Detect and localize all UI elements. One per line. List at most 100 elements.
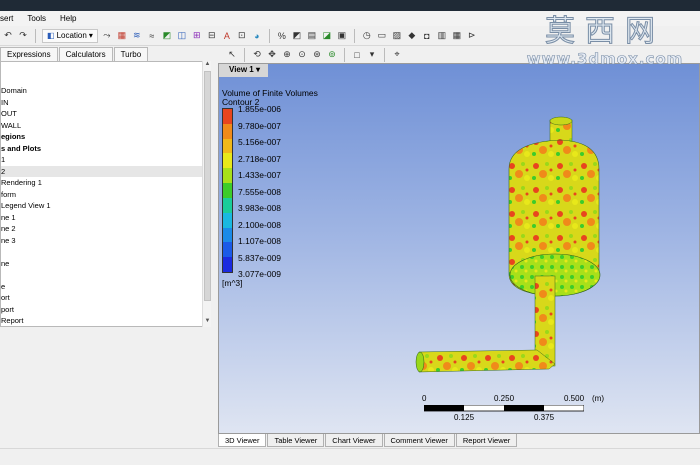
export-icon[interactable]: ▥ [436, 30, 448, 42]
tree-item[interactable]: IN [1, 97, 209, 109]
tree-item[interactable] [1, 246, 209, 258]
tree-item[interactable]: port [1, 304, 209, 316]
tree-item[interactable]: Legend View 1 [1, 200, 209, 212]
probe-icon[interactable]: ⌖ [391, 49, 403, 61]
expressions-icon[interactable]: ◩ [291, 30, 303, 42]
tree-item[interactable] [1, 74, 209, 86]
toolbar-separator [353, 28, 355, 43]
tab-report-viewer[interactable]: Report Viewer [455, 434, 518, 447]
location-button[interactable]: ◧ Location ▾ [42, 28, 98, 43]
scale-label-0375: 0.375 [534, 413, 555, 422]
report-icon[interactable]: ◆ [406, 30, 418, 42]
tree-item[interactable]: ne 1 [1, 212, 209, 224]
volume-icon[interactable]: ◫ [176, 30, 188, 42]
tree-item[interactable]: Domain [1, 85, 209, 97]
scale-unit: (m) [592, 394, 604, 403]
chart-icon[interactable]: ◪ [321, 30, 333, 42]
tree-item[interactable]: Rendering 1 [1, 177, 209, 189]
chevron-down-icon: ▾ [88, 31, 93, 40]
tree-item[interactable]: e [1, 281, 209, 293]
scroll-thumb[interactable] [204, 71, 211, 301]
outline-tree: Domain IN OUT WALL egions s and Plots 1 2 Render… [0, 61, 210, 327]
pan-icon[interactable]: ✥ [266, 49, 278, 61]
isosurface-icon[interactable]: ⊞ [191, 30, 203, 42]
menu-help[interactable]: Help [60, 14, 76, 23]
scroll-up-icon[interactable]: ▲ [203, 61, 212, 70]
redo-icon[interactable]: ↷ [17, 30, 29, 42]
fit-view-icon[interactable]: ⊚ [326, 49, 338, 61]
inlet-pipe-elbow [418, 349, 556, 373]
tree-item[interactable]: ne 3 [1, 235, 209, 247]
quick-edit-icon[interactable]: ▨ [391, 30, 403, 42]
animation-icon[interactable]: ▭ [376, 30, 388, 42]
inlet-pipe-end [415, 351, 425, 373]
tab-calculators[interactable]: Calculators [58, 47, 113, 61]
chevron-down-icon[interactable]: ▾ [366, 49, 378, 61]
viewer-toolbar: ↖ ⟲ ✥ ⊕ ⊙ ⊛ ⊚ □ ▾ ⌖ [218, 46, 700, 63]
scale-label-0250: 0.250 [494, 394, 515, 403]
tree-scrollbar[interactable]: ▲ ▼ [202, 61, 211, 327]
calculator-icon[interactable]: ▣ [336, 30, 348, 42]
menu-bar: sert Tools Help [0, 11, 700, 26]
scale-label-0125: 0.125 [454, 413, 475, 422]
window-title-strip [0, 0, 700, 11]
toolbar-separator [268, 28, 270, 43]
tree-item[interactable]: ne [1, 258, 209, 270]
tree-item[interactable]: 1 [1, 154, 209, 166]
left-panel-tabs: Expressions Calculators Turbo [0, 46, 214, 61]
vector-icon[interactable]: ⤳ [101, 30, 113, 42]
tree-item[interactable] [1, 62, 209, 74]
volume-rendering-icon[interactable]: ◩ [161, 30, 173, 42]
toolbar-separator [244, 47, 245, 62]
color-map-icon[interactable]: ◕ [251, 30, 263, 42]
tree-item[interactable]: ne 2 [1, 223, 209, 235]
toolbar-separator [344, 47, 345, 62]
location-icon: ◧ [47, 31, 55, 40]
tab-expressions[interactable]: Expressions [0, 47, 58, 61]
timestep-icon[interactable]: ◷ [361, 30, 373, 42]
tree-item[interactable]: 2 [1, 165, 209, 177]
scroll-down-icon[interactable]: ▼ [203, 318, 212, 327]
tree-item[interactable]: ort [1, 292, 209, 304]
viewport-layout-icon[interactable]: □ [351, 49, 363, 61]
outlet-pipe-end [549, 116, 573, 126]
clip-plane-icon[interactable]: ⊡ [236, 30, 248, 42]
command-icon[interactable]: ⊳ [466, 30, 478, 42]
select-icon[interactable]: ↖ [226, 49, 238, 61]
streamline-icon[interactable]: ≋ [131, 30, 143, 42]
tab-comment-viewer[interactable]: Comment Viewer [383, 434, 455, 447]
camera-icon[interactable]: ◘ [421, 30, 433, 42]
scale-ruler [424, 405, 584, 412]
zoom-box-icon[interactable]: ⊙ [296, 49, 308, 61]
details-panel [0, 327, 214, 453]
variables-icon[interactable]: % [276, 30, 288, 42]
text-icon[interactable]: A [221, 30, 233, 42]
tab-3d-viewer[interactable]: 3D Viewer [218, 434, 267, 447]
undo-icon[interactable]: ↶ [2, 30, 14, 42]
tab-turbo[interactable]: Turbo [113, 47, 149, 61]
menu-tools[interactable]: Tools [27, 14, 46, 23]
table-icon[interactable]: ▤ [306, 30, 318, 42]
tree-item[interactable]: form [1, 189, 209, 201]
tree-item[interactable]: OUT [1, 108, 209, 120]
tree-item[interactable]: WALL [1, 120, 209, 132]
zoom-fit-icon[interactable]: ⊛ [311, 49, 323, 61]
menu-insert[interactable]: sert [0, 14, 13, 23]
contour-icon[interactable]: ▦ [116, 30, 128, 42]
tree-item[interactable] [1, 269, 209, 281]
tab-table-viewer[interactable]: Table Viewer [267, 434, 325, 447]
status-bar [0, 448, 700, 465]
toolbar-separator [384, 47, 385, 62]
3d-viewport[interactable]: View 1 ▾ Volume of Finite Volumes Contou… [218, 63, 700, 434]
zoom-icon[interactable]: ⊕ [281, 49, 293, 61]
tree-item[interactable]: egions [1, 131, 209, 143]
geometry-model [415, 116, 601, 373]
tree-item[interactable]: s and Plots [1, 143, 209, 155]
tab-chart-viewer[interactable]: Chart Viewer [325, 434, 383, 447]
particle-track-icon[interactable]: ≈ [146, 30, 158, 42]
rotate-icon[interactable]: ⟲ [251, 49, 263, 61]
tree-item[interactable]: Report [1, 315, 209, 326]
settings-icon[interactable]: ▦ [451, 30, 463, 42]
viewer-tabs: 3D Viewer Table Viewer Chart Viewer Comm… [218, 434, 700, 448]
surface-group-icon[interactable]: ⊟ [206, 30, 218, 42]
